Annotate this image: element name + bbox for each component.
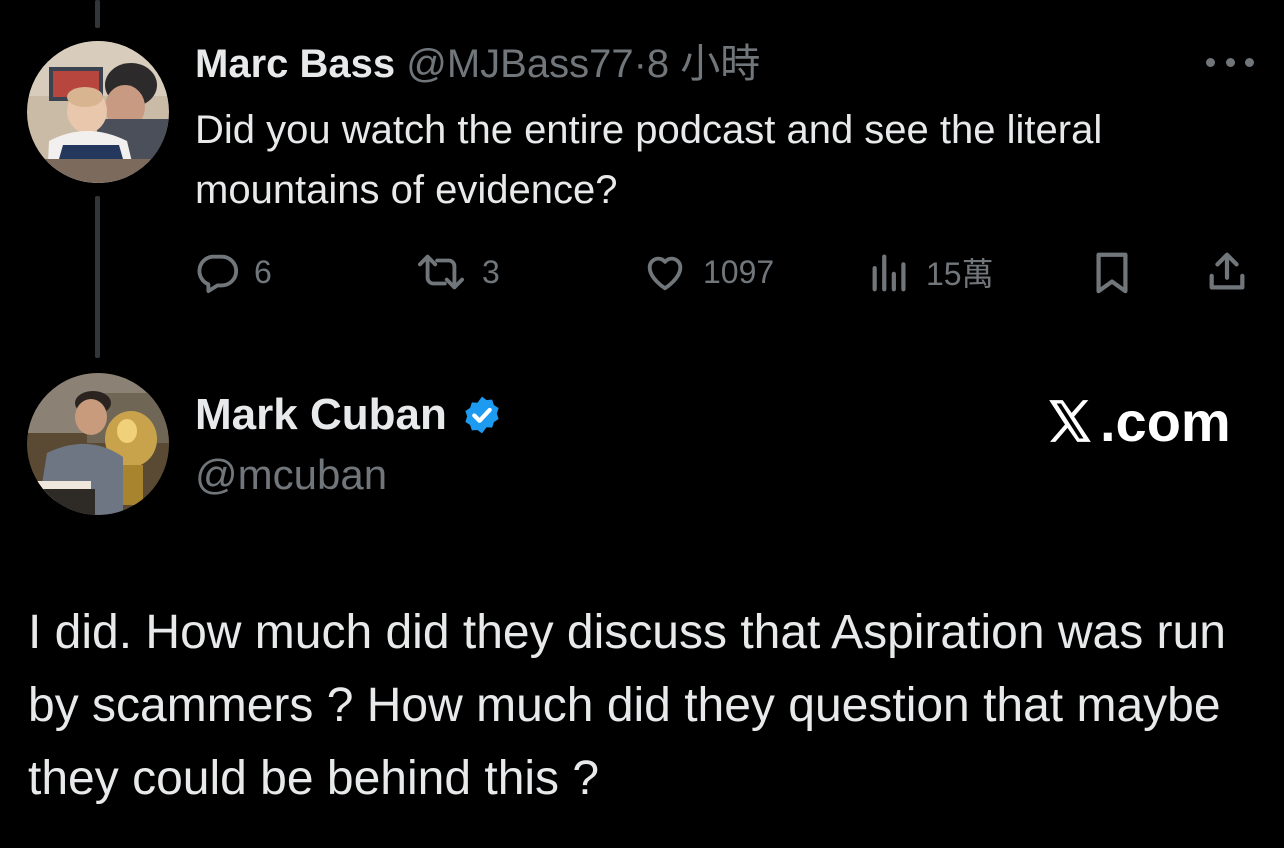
reply-author-avatar[interactable] [27,41,169,183]
retweet-button[interactable]: 3 [414,244,500,300]
heart-icon [647,256,683,291]
retweet-count: 3 [482,253,500,290]
share-button[interactable] [1204,244,1250,300]
reply-author-name[interactable]: Marc Bass [195,42,395,86]
reply-count: 6 [254,253,272,290]
more-icon[interactable] [1206,50,1254,74]
like-count: 1097 [703,253,775,290]
tweet-author-name[interactable]: Mark Cuban [195,387,447,443]
watermark-text: .com [1100,389,1231,453]
reply-icon [197,254,239,294]
reply-timestamp[interactable]: 8 小時 [647,42,760,86]
x-logo-icon [1049,400,1091,442]
tweet-text: I did. How much did they discuss that As… [28,606,1226,805]
like-button[interactable]: 1097 [641,244,774,300]
reply-text: Did you watch the entire podcast and see… [195,108,1103,212]
bookmark-icon [1096,252,1128,294]
views-button[interactable]: 15萬 [868,244,994,300]
tweet-author-name-row: Mark Cuban [195,387,503,443]
reply-action-bar: 6 3 1097 15萬 [0,244,1284,300]
tweet-author-avatar[interactable] [27,373,169,515]
reply-header: Marc Bass @MJBass77·8 小時 [195,38,760,90]
retweet-icon [418,254,465,290]
tweet-author-handle[interactable]: @mcuban [195,447,387,503]
verified-badge-icon [465,396,499,434]
separator-dot: · [633,42,647,86]
views-icon [872,254,906,292]
bookmark-button[interactable] [1090,244,1134,300]
reply-author-handle[interactable]: @MJBass77 [406,42,633,86]
x-com-watermark: .com [1044,388,1231,454]
reply-button[interactable]: 6 [194,244,272,300]
share-icon [1209,252,1245,290]
thread-line-top [95,0,100,28]
views-count: 15萬 [926,256,994,292]
